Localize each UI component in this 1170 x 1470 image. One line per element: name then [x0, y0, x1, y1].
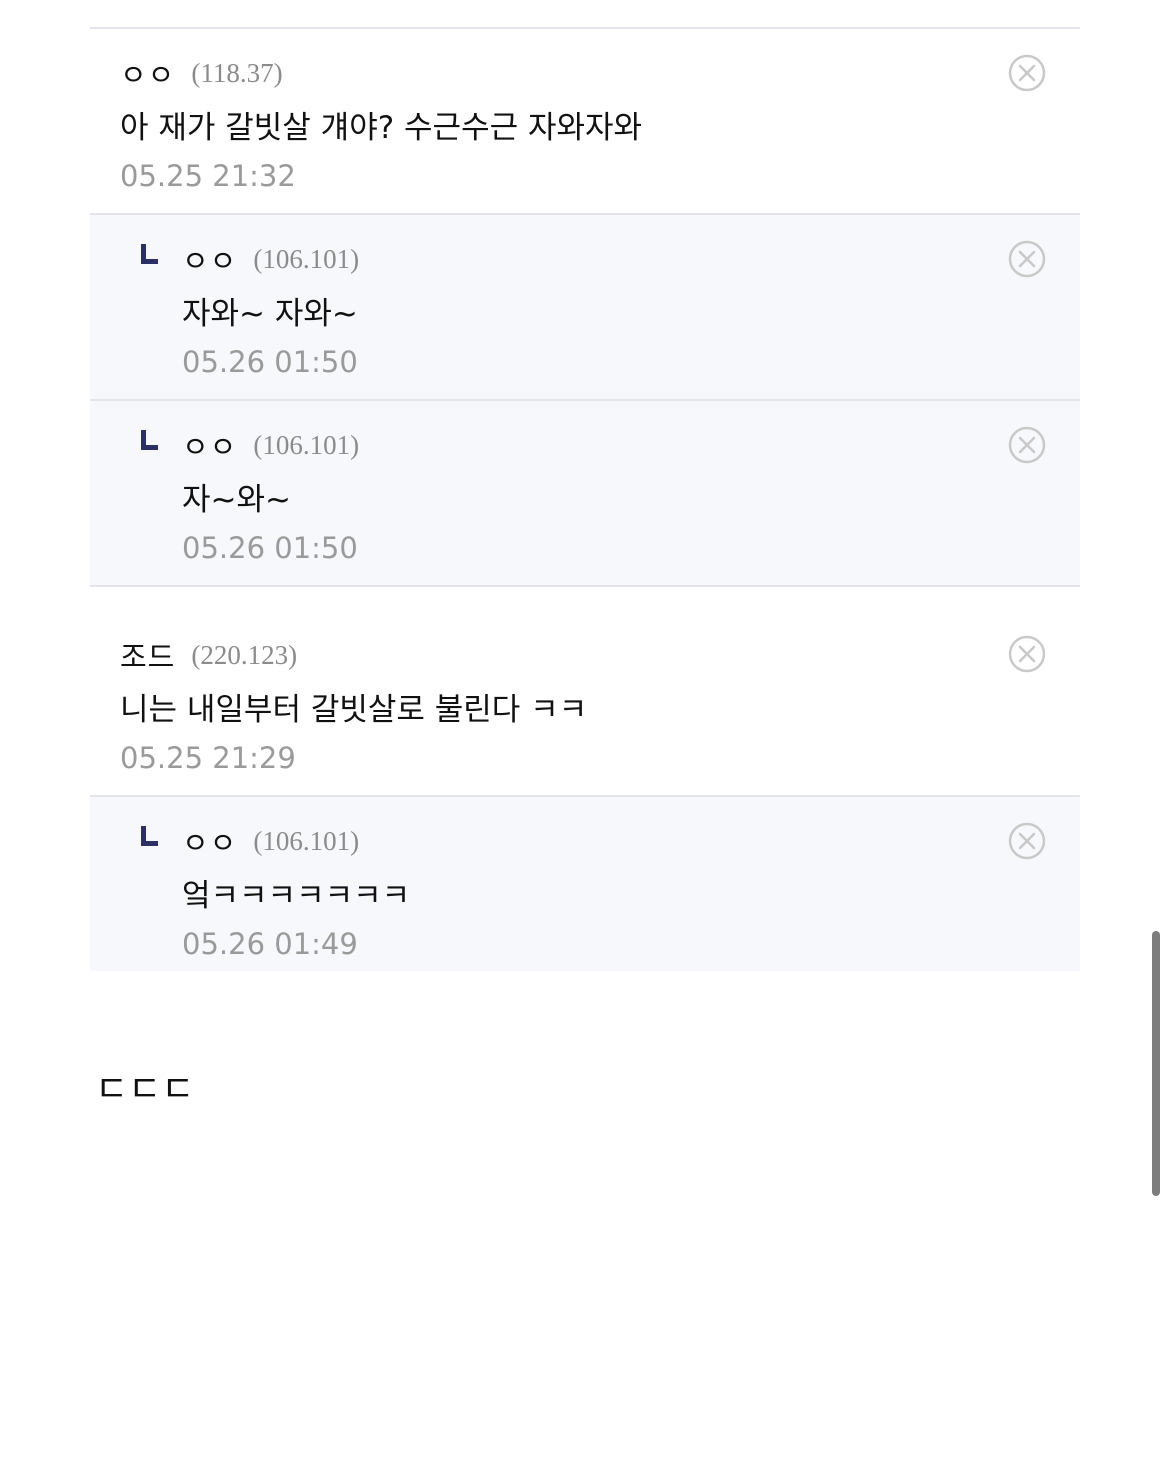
close-circle-icon: [1008, 635, 1046, 673]
comment-text: 아 재가 갈빗살 걔야? 수근수근 자와자와: [120, 110, 643, 146]
reply-meta: ㅇㅇ (106.101): [182, 424, 1080, 466]
comment-date: 05.25 21:29: [120, 741, 296, 775]
delete-comment-button[interactable]: [1008, 54, 1046, 92]
scrollbar-thumb[interactable]: [1152, 931, 1160, 1196]
reply-text: 자~와~: [182, 482, 291, 518]
reply-nickname[interactable]: ㅇㅇ: [182, 820, 237, 862]
post-body-text: ㄷㄷㄷ: [95, 1069, 195, 1110]
delete-comment-button[interactable]: [1008, 635, 1046, 673]
reply-ip: (106.101): [253, 243, 360, 274]
reply-item: ㅇㅇ (106.101) 엌ㅋㅋㅋㅋㅋㅋㅋ 05.26 01:49: [90, 797, 1080, 971]
comment-item: 조드 (220.123) 니는 내일부터 갈빗살로 불린다 ㅋㅋ 05.25 2…: [90, 587, 1080, 797]
reply-ip: (106.101): [253, 825, 360, 856]
close-circle-icon: [1008, 822, 1046, 860]
comment-ip: (118.37): [191, 57, 283, 88]
reply-arrow-icon: [141, 244, 158, 264]
comment-date: 05.25 21:32: [120, 159, 296, 193]
delete-reply-button[interactable]: [1008, 426, 1046, 464]
reply-item: ㅇㅇ (106.101) 자~와~ 05.26 01:50: [90, 401, 1080, 587]
reply-meta: ㅇㅇ (106.101): [182, 238, 1080, 280]
reply-date: 05.26 01:50: [182, 531, 358, 565]
reply-date: 05.26 01:50: [182, 345, 358, 379]
delete-reply-button[interactable]: [1008, 240, 1046, 278]
comment-list: ㅇㅇ (118.37) 아 재가 갈빗살 걔야? 수근수근 자와자와 05.25…: [90, 27, 1080, 971]
comment-meta: 조드 (220.123): [120, 634, 1080, 676]
reply-nickname[interactable]: ㅇㅇ: [182, 238, 237, 280]
comment-meta: ㅇㅇ (118.37): [120, 52, 1080, 94]
reply-arrow-icon: [141, 826, 158, 846]
comment-text: 니는 내일부터 갈빗살로 불린다 ㅋㅋ: [120, 692, 588, 728]
reply-nickname[interactable]: ㅇㅇ: [182, 424, 237, 466]
reply-ip: (106.101): [253, 429, 360, 460]
comment-ip: (220.123): [191, 639, 298, 670]
reply-arrow-icon: [141, 430, 158, 450]
reply-text: 엌ㅋㅋㅋㅋㅋㅋㅋ: [182, 878, 411, 914]
reply-text: 자와~ 자와~: [182, 296, 358, 332]
reply-meta: ㅇㅇ (106.101): [182, 820, 1080, 862]
comment-item: ㅇㅇ (118.37) 아 재가 갈빗살 걔야? 수근수근 자와자와 05.25…: [90, 29, 1080, 215]
delete-reply-button[interactable]: [1008, 822, 1046, 860]
close-circle-icon: [1008, 54, 1046, 92]
reply-item: ㅇㅇ (106.101) 자와~ 자와~ 05.26 01:50: [90, 215, 1080, 401]
comment-nickname[interactable]: ㅇㅇ: [120, 52, 175, 94]
close-circle-icon: [1008, 426, 1046, 464]
close-circle-icon: [1008, 240, 1046, 278]
comment-nickname[interactable]: 조드: [120, 634, 175, 676]
reply-date: 05.26 01:49: [182, 927, 358, 961]
